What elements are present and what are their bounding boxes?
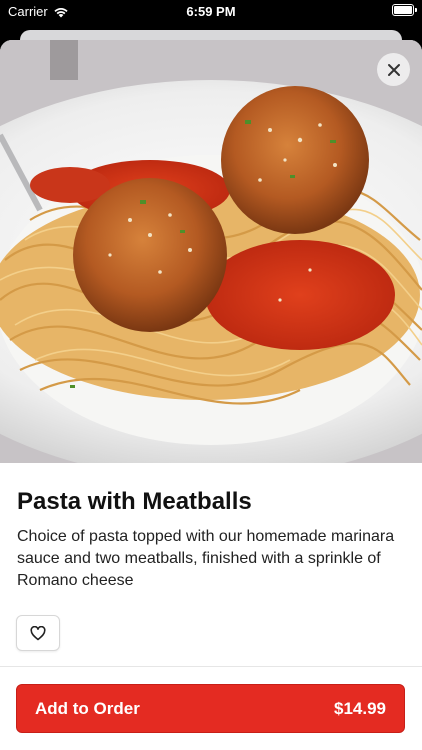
- add-to-order-button[interactable]: Add to Order $14.99: [16, 684, 405, 733]
- item-detail-sheet: Pasta with Meatballs Choice of pasta top…: [0, 40, 422, 750]
- close-button[interactable]: [377, 53, 410, 86]
- divider: [0, 666, 422, 667]
- close-icon: [387, 63, 400, 76]
- pasta-with-meatballs-photo: [0, 40, 422, 463]
- add-to-order-label: Add to Order: [35, 698, 140, 718]
- status-bar: Carrier 6:59 PM: [0, 0, 422, 24]
- status-right: [392, 4, 417, 16]
- item-photo: [0, 40, 422, 463]
- item-price: $14.99: [334, 698, 386, 718]
- item-title: Pasta with Meatballs: [17, 488, 252, 515]
- battery-icon: [392, 4, 417, 16]
- status-time: 6:59 PM: [186, 4, 236, 19]
- item-description: Choice of pasta topped with our homemade…: [17, 528, 395, 589]
- heart-outline-icon: [30, 625, 46, 640]
- favorite-button[interactable]: [16, 615, 60, 651]
- screen: Carrier 6:59 PM Pasta with Meatballs Cho…: [0, 0, 422, 750]
